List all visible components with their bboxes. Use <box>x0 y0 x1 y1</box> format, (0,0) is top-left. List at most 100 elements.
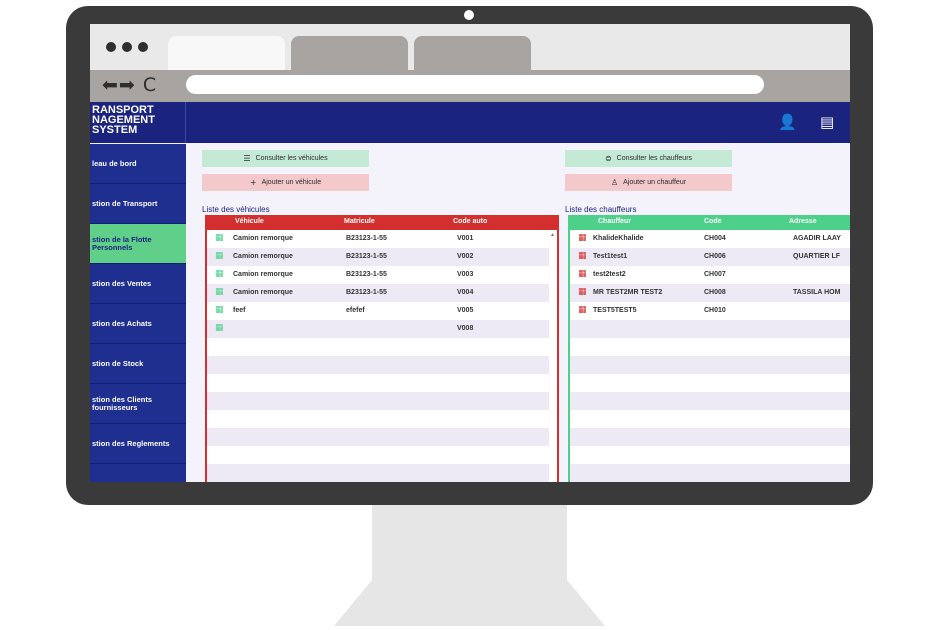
grid-row-icon[interactable]: ▦ <box>215 233 224 243</box>
table-cell: AGADIR LAAY <box>793 235 841 242</box>
table-row[interactable]: ▦ MR TEST2MR TEST2 CH008 TASSILA HOM <box>570 284 850 302</box>
browser-tab[interactable] <box>414 36 531 70</box>
consult-drivers-label: Consulter les chauffeurs <box>616 155 693 162</box>
table-row[interactable]: ▦ Camion remorque B23123-1-55 V004 <box>207 284 549 302</box>
table-row[interactable]: ▦ KhalideKhalide CH004 AGADIR LAAY <box>570 230 850 248</box>
table-row[interactable] <box>570 374 850 392</box>
consult-vehicles-label: Consulter les véhicules <box>255 155 328 162</box>
table-row[interactable]: ▦ feef efefef V005 <box>207 302 549 320</box>
table-row[interactable] <box>570 410 850 428</box>
column-header-driver-code[interactable]: Code <box>704 218 722 225</box>
address-bar[interactable] <box>186 75 764 94</box>
sidebar-item[interactable]: leau de bord <box>90 144 186 184</box>
grid-row-icon[interactable]: ▦ <box>578 287 587 297</box>
browser-tab[interactable] <box>291 36 408 70</box>
table-row[interactable] <box>570 428 850 446</box>
table-cell: B23123-1-55 <box>346 253 387 260</box>
table-cell: V005 <box>457 307 474 314</box>
table-cell: CH008 <box>704 289 726 296</box>
table-row[interactable]: ▦ Camion remorque B23123-1-55 V002 <box>207 248 549 266</box>
table-cell: CH007 <box>704 271 726 278</box>
window-dot[interactable] <box>122 42 132 52</box>
table-cell: CH006 <box>704 253 726 260</box>
sidebar-item[interactable]: stion de Stock <box>90 344 186 384</box>
brand-text: RANSPORT NAGEMENT SYSTEM <box>92 104 155 136</box>
grid-row-icon[interactable]: ▦ <box>215 251 224 261</box>
column-header-code[interactable]: Code auto <box>453 218 487 225</box>
sidebar-item[interactable]: stion de Transport <box>90 184 186 224</box>
table-row[interactable] <box>570 464 850 482</box>
consult-drivers-button[interactable]: ⊜ Consulter les chauffeurs <box>565 150 732 167</box>
table-row[interactable]: ▦ Camion remorque B23123-1-55 V001 <box>207 230 549 248</box>
table-row[interactable]: ▦ V008 <box>207 320 549 338</box>
document-icon[interactable]: ▤ <box>820 114 834 130</box>
column-header-registration[interactable]: Matricule <box>344 218 375 225</box>
browser-tab-active[interactable] <box>168 36 285 70</box>
table-row[interactable]: ▦ Camion remorque B23123-1-55 V003 <box>207 266 549 284</box>
drivers-table-body: ▦ KhalideKhalide CH004 AGADIR LAAY ▦ Test1tes… <box>570 230 850 482</box>
user-icon[interactable]: 👤 <box>778 114 797 130</box>
grid-row-icon[interactable]: ▦ <box>215 305 224 315</box>
table-row[interactable] <box>207 356 549 374</box>
grid-row-icon[interactable]: ▦ <box>215 323 224 333</box>
grid-row-icon[interactable]: ▦ <box>215 269 224 279</box>
table-row[interactable]: ▦ TEST5TEST5 CH010 <box>570 302 850 320</box>
table-row[interactable] <box>207 374 549 392</box>
sidebar-item[interactable]: stion des Ventes <box>90 264 186 304</box>
table-row[interactable] <box>207 428 549 446</box>
add-vehicle-button[interactable]: + Ajouter un véhicule <box>202 174 369 191</box>
grid-row-icon[interactable]: ▦ <box>215 287 224 297</box>
browser-nav-icons[interactable]: ⬅➡ C <box>102 74 157 96</box>
sidebar-menu: leau de bord stion de Transport stion de l… <box>90 144 186 482</box>
add-driver-label: Ajouter un chauffeur <box>623 179 687 186</box>
table-row[interactable] <box>570 356 850 374</box>
table-row[interactable] <box>570 320 850 338</box>
table-cell: CH004 <box>704 235 726 242</box>
window-dot[interactable] <box>106 42 116 52</box>
table-cell: V008 <box>457 325 474 332</box>
drivers-list-title: Liste des chauffeurs <box>565 205 637 214</box>
grid-row-icon[interactable]: ▦ <box>578 251 587 261</box>
app-top-bar: 👤 ▤ <box>90 102 850 143</box>
sidebar-item[interactable]: stion des Clients fournisseurs <box>90 384 186 424</box>
table-row[interactable] <box>207 338 549 356</box>
table-cell: QUARTIER LF <box>793 253 841 260</box>
list-icon: ☰ <box>243 154 251 163</box>
app-window: 👤 ▤ RANSPORT NAGEMENT SYSTEM leau de bor… <box>90 102 850 482</box>
table-cell: V001 <box>457 235 474 242</box>
add-vehicle-label: Ajouter un véhicule <box>261 179 322 186</box>
sidebar-item[interactable]: stion des Achats <box>90 304 186 344</box>
table-cell: B23123-1-55 <box>346 289 387 296</box>
window-dot[interactable] <box>138 42 148 52</box>
table-cell: efefef <box>346 307 365 314</box>
table-cell: V002 <box>457 253 474 260</box>
column-header-vehicle[interactable]: Véhicule <box>235 218 264 225</box>
grid-row-icon[interactable]: ▦ <box>578 269 587 279</box>
table-row[interactable] <box>570 392 850 410</box>
column-header-address[interactable]: Adresse <box>789 218 817 225</box>
table-row[interactable] <box>207 410 549 428</box>
plus-icon: + <box>249 178 257 187</box>
table-row[interactable] <box>570 338 850 356</box>
table-cell: feef <box>233 307 246 314</box>
table-row[interactable] <box>207 392 549 410</box>
column-header-driver[interactable]: Chauffeur <box>598 218 631 225</box>
vehicles-list-title: Liste des véhicules <box>202 205 270 214</box>
drivers-table-header: Chauffeur Code Adresse <box>570 215 850 230</box>
sidebar-item[interactable]: stion de la Flotte Personnels <box>90 224 186 264</box>
table-row[interactable] <box>207 464 549 482</box>
add-driver-button[interactable]: ♙ Ajouter un chauffeur <box>565 174 732 191</box>
table-row[interactable]: ▦ Test1test1 CH006 QUARTIER LF <box>570 248 850 266</box>
drivers-table: Chauffeur Code Adresse ▦ KhalideKhalide CH… <box>568 215 850 482</box>
steering-wheel-icon: ⊜ <box>604 154 612 163</box>
sidebar-item[interactable]: stion des Reglements <box>90 424 186 464</box>
table-row[interactable] <box>570 446 850 464</box>
grid-row-icon[interactable]: ▦ <box>578 233 587 243</box>
scroll-up-arrow[interactable]: ▲ <box>550 232 555 238</box>
table-row[interactable]: ▦ test2test2 CH007 <box>570 266 850 284</box>
webcam-dot <box>464 10 474 20</box>
table-row[interactable] <box>207 446 549 464</box>
grid-row-icon[interactable]: ▦ <box>578 305 587 315</box>
table-cell: Camion remorque <box>233 253 293 260</box>
consult-vehicles-button[interactable]: ☰ Consulter les véhicules <box>202 150 369 167</box>
